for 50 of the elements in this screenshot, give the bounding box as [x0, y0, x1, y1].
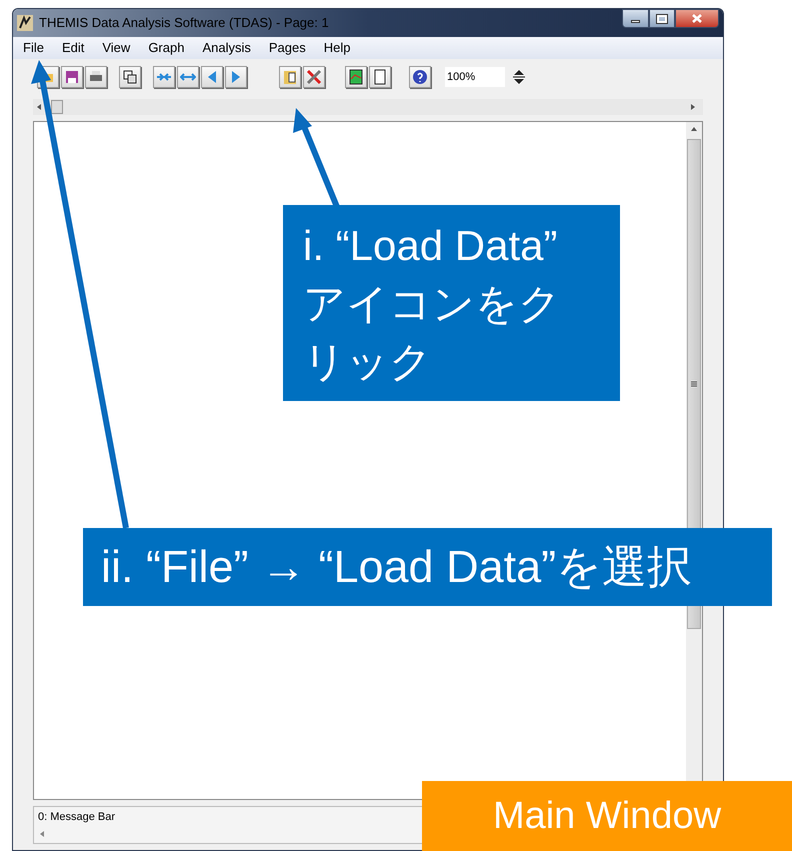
- help-button[interactable]: [409, 66, 431, 88]
- print-button[interactable]: [85, 66, 107, 88]
- window-title: THEMIS Data Analysis Software (TDAS) - Page: 1: [39, 14, 329, 32]
- chart-icon: [349, 69, 363, 85]
- close-icon: [692, 14, 702, 23]
- expand-button[interactable]: [177, 66, 199, 88]
- close-button[interactable]: [675, 9, 719, 28]
- next-button[interactable]: [225, 66, 247, 88]
- scroll-right-icon: [691, 104, 695, 110]
- maximize-button[interactable]: [649, 9, 675, 28]
- wrench-screwdriver-icon: [306, 69, 322, 85]
- save-button[interactable]: [61, 66, 83, 88]
- menu-item[interactable]: Edit: [62, 38, 84, 58]
- folder-document-icon: [283, 69, 297, 85]
- windows-icon: [123, 70, 137, 84]
- floppy-icon: [65, 70, 79, 84]
- horizontal-scrollbar[interactable]: [33, 99, 703, 115]
- scroll-up-icon: [691, 127, 697, 131]
- menu-item[interactable]: File: [23, 38, 44, 58]
- help-icon: [412, 69, 428, 85]
- grip-icon: [691, 381, 697, 387]
- left-triangle-icon: [207, 70, 217, 84]
- up-down-icon: [512, 68, 526, 86]
- menu-item[interactable]: Analysis: [202, 38, 251, 58]
- previous-button[interactable]: [201, 66, 223, 88]
- zoom-spinner[interactable]: [511, 67, 527, 87]
- copy-button[interactable]: [119, 66, 141, 88]
- right-triangle-icon: [231, 70, 241, 84]
- menu-item[interactable]: Help: [324, 38, 350, 58]
- blank-page-button[interactable]: [369, 66, 391, 88]
- caption-tooltip: Main Window: [422, 781, 792, 851]
- menu-item[interactable]: View: [102, 38, 130, 58]
- plot-button[interactable]: [345, 66, 367, 88]
- tools-button[interactable]: [303, 66, 325, 88]
- menu-item[interactable]: Graph: [148, 38, 184, 58]
- arrows-outward-icon: [180, 72, 196, 82]
- page-icon: [374, 69, 386, 85]
- compress-button[interactable]: [153, 66, 175, 88]
- printer-icon: [89, 70, 103, 84]
- scroll-left-icon: [37, 104, 41, 110]
- callout-tooltip: i. “Load Data” アイコンをクリック: [283, 205, 620, 401]
- minimize-button[interactable]: [622, 9, 649, 28]
- callout-tooltip: ii. “File” → “Load Data”を選択: [83, 528, 772, 606]
- app-logo-icon: [17, 15, 33, 31]
- status-message: 0: Message Bar: [37, 810, 116, 825]
- load-data-button[interactable]: [279, 66, 301, 88]
- scroll-left-icon: [40, 830, 44, 836]
- zoom-field[interactable]: 100%: [445, 67, 505, 87]
- menu-item[interactable]: Pages: [268, 38, 306, 58]
- arrows-inward-icon: [156, 72, 172, 82]
